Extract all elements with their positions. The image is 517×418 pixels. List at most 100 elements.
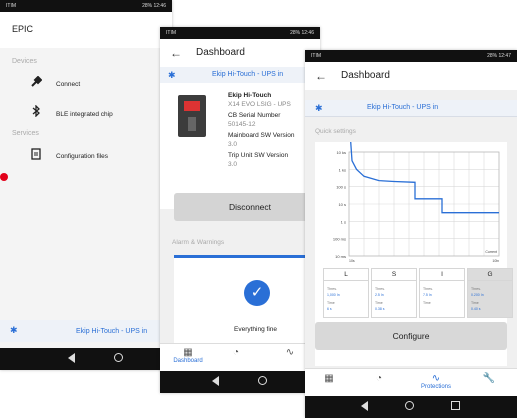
- status-right: 28% 12:46: [142, 3, 166, 9]
- back-icon[interactable]: [361, 401, 368, 411]
- trip-curve-chart: 10 ks 1 ks 100 s 10 s 1 s 100 ms 10 ms10s 10ln C…: [333, 142, 500, 263]
- indicator-dot: [0, 173, 8, 181]
- tab-gauge[interactable]: ◔: [226, 347, 246, 358]
- thres-value: 7.5 In: [423, 293, 432, 297]
- param-label: L: [324, 271, 368, 281]
- gauge-icon: ◔: [375, 373, 383, 384]
- thres-label: Thres.: [471, 287, 481, 291]
- status-left: ITIM: [6, 3, 16, 9]
- menu-item-connect[interactable]: Connect: [0, 70, 172, 98]
- device-model: X14 EVO LSIG - UPS: [228, 101, 291, 108]
- app-title: EPIC: [12, 24, 34, 34]
- tab-protections[interactable]: ∿ Protections: [411, 373, 461, 390]
- android-nav-bar: [305, 396, 517, 418]
- thres-label: Thres.: [375, 287, 385, 291]
- device-name: Ekip Hi-Touch - UPS in: [212, 71, 284, 78]
- recent-apps-icon[interactable]: [451, 401, 460, 410]
- tab-label: Dashboard: [173, 358, 203, 364]
- plug-icon: [30, 75, 43, 91]
- document-icon: [30, 148, 42, 163]
- status-bar: ITIM 28% 12:46: [0, 0, 172, 12]
- phone-dashboard-device: ITIM 28% 12:46 ← Dashboard ✱ Ekip Hi-Tou…: [160, 27, 320, 393]
- android-nav-bar: [0, 348, 172, 370]
- tab-waveform[interactable]: ∿: [280, 347, 300, 358]
- dashboard-icon: ▦: [183, 347, 193, 358]
- page-title: Dashboard: [196, 47, 245, 58]
- configure-button[interactable]: Configure: [315, 322, 507, 350]
- status-left: ITIM: [166, 30, 176, 36]
- time-value: 0.40 s: [471, 307, 481, 311]
- breaker-image: [178, 95, 206, 137]
- x-tick-label: 10ln: [492, 259, 499, 263]
- services-header: Services: [12, 130, 39, 137]
- y-tick-label: 10 s: [338, 202, 346, 207]
- menu-item-ble[interactable]: BLE integrated chip: [0, 100, 172, 128]
- param-l[interactable]: L Thres. 1,000 In Time 6 s: [323, 268, 369, 318]
- time-label: Time: [327, 301, 335, 305]
- y-tick-label: 100 s: [336, 185, 346, 190]
- x-tick-label: 10s: [349, 259, 355, 263]
- time-label: Time: [375, 301, 383, 305]
- trip-label: Trip Unit SW Version: [228, 152, 289, 159]
- tab-label: Protections: [420, 384, 451, 390]
- time-label: Time: [471, 301, 479, 305]
- time-label: Time: [423, 301, 431, 305]
- disconnect-button[interactable]: Disconnect: [174, 193, 320, 221]
- menu-item-configuration-files[interactable]: Configuration files: [0, 142, 172, 170]
- app-bar: ← Dashboard: [305, 62, 517, 90]
- status-left: ITIM: [311, 53, 321, 59]
- connected-device-name: Ekip Hi-Touch - UPS in: [76, 328, 148, 335]
- tab-dashboard[interactable]: ▦ Dashboard: [168, 347, 208, 364]
- serial-label: CB Serial Number: [228, 112, 281, 119]
- trip-value: 3.0: [228, 161, 238, 168]
- waveform-icon: ∿: [431, 373, 441, 384]
- tab-gauge[interactable]: ◔: [369, 373, 389, 384]
- tab-dashboard[interactable]: ▦: [319, 373, 339, 384]
- device-name-bar[interactable]: ✱ Ekip Hi-Touch - UPS in: [160, 67, 320, 84]
- param-s[interactable]: S Thres. 2.5 In Time 0.38 s: [371, 268, 417, 318]
- status-right: 28% 12:47: [487, 53, 511, 59]
- param-g[interactable]: G Thres. 0.200 In Time 0.40 s: [467, 268, 513, 318]
- back-arrow-icon[interactable]: ←: [315, 69, 327, 83]
- status-bar: ITIM 28% 12:47: [305, 50, 517, 62]
- alarm-title: Alarm & Warnings: [172, 239, 225, 246]
- home-icon[interactable]: [114, 353, 123, 362]
- gauge-icon: ◔: [232, 347, 240, 358]
- menu-item-label: Connect: [56, 81, 81, 88]
- back-arrow-icon[interactable]: ←: [170, 46, 182, 60]
- device-name-bar[interactable]: ✱ Ekip Hi-Touch - UPS in: [305, 100, 517, 117]
- menu-item-label: BLE integrated chip: [56, 111, 113, 118]
- phone-dashboard-quick-settings: ITIM 28% 12:47 ← Dashboard ✱ Ekip Hi-Tou…: [305, 50, 517, 418]
- status-text: Everything fine: [234, 326, 277, 333]
- y-tick-label: 10 ks: [336, 150, 346, 155]
- phone-epic-menu: ITIM 28% 12:46 EPIC Devices Connect BLE …: [0, 0, 172, 370]
- app-bar: ← Dashboard: [160, 39, 320, 67]
- x-axis-label: Current: [485, 250, 497, 254]
- connected-device-bar[interactable]: ✱ Ekip Hi-Touch - UPS in: [0, 320, 172, 342]
- time-value: 6 s: [327, 307, 332, 311]
- thres-label: Thres.: [423, 287, 433, 291]
- thres-value: 0.200 In: [471, 293, 484, 297]
- time-value: 0.38 s: [375, 307, 385, 311]
- y-tick-label: 100 ms: [333, 237, 346, 242]
- home-icon[interactable]: [258, 376, 267, 385]
- thres-value: 2.5 In: [375, 293, 384, 297]
- param-label: G: [468, 271, 512, 281]
- thres-value: 1,000 In: [327, 293, 340, 297]
- back-icon[interactable]: [212, 376, 219, 386]
- device-name: Ekip Hi-Touch - UPS in: [367, 104, 439, 111]
- status-bar: ITIM 28% 12:46: [160, 27, 320, 39]
- home-icon[interactable]: [405, 401, 414, 410]
- dashboard-icon: ▦: [324, 373, 334, 384]
- menu-item-label: Configuration files: [56, 153, 109, 160]
- checkmark-icon: ✓: [244, 280, 270, 306]
- back-icon[interactable]: [68, 353, 75, 363]
- param-label: S: [372, 271, 416, 281]
- device-name: Ekip Hi-Touch: [228, 92, 272, 99]
- param-label: I: [420, 271, 464, 281]
- y-tick-label: 1 ks: [339, 167, 346, 172]
- quick-settings-title: Quick settings: [315, 128, 356, 135]
- param-i[interactable]: I Thres. 7.5 In Time: [419, 268, 465, 318]
- tab-settings[interactable]: 🔧: [479, 373, 499, 384]
- alarm-card: ✓ Everything fine: [174, 255, 320, 348]
